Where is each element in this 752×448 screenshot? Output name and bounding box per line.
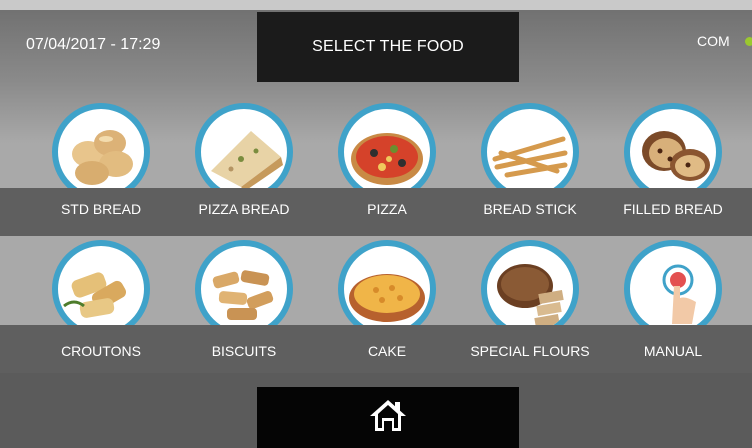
home-button[interactable]	[257, 387, 519, 448]
food-tile-special-flours[interactable]	[465, 240, 595, 325]
special-flours-icon	[481, 240, 579, 325]
food-label: SPECIAL FLOURS	[470, 343, 590, 359]
food-tile-manual[interactable]	[608, 240, 738, 325]
food-label: MANUAL	[643, 343, 703, 359]
biscuits-icon	[195, 240, 293, 325]
croutons-icon	[52, 240, 150, 325]
food-tile-croutons[interactable]	[36, 240, 166, 325]
food-label: BISCUITS	[211, 343, 277, 359]
food-label: CAKE	[367, 343, 407, 359]
home-icon	[368, 397, 408, 438]
food-label: CROUTONS	[61, 343, 141, 359]
food-tile-cake[interactable]	[322, 240, 452, 325]
manual-touch-icon	[624, 240, 722, 325]
food-tile-biscuits[interactable]	[179, 240, 309, 325]
cake-icon	[338, 240, 436, 325]
